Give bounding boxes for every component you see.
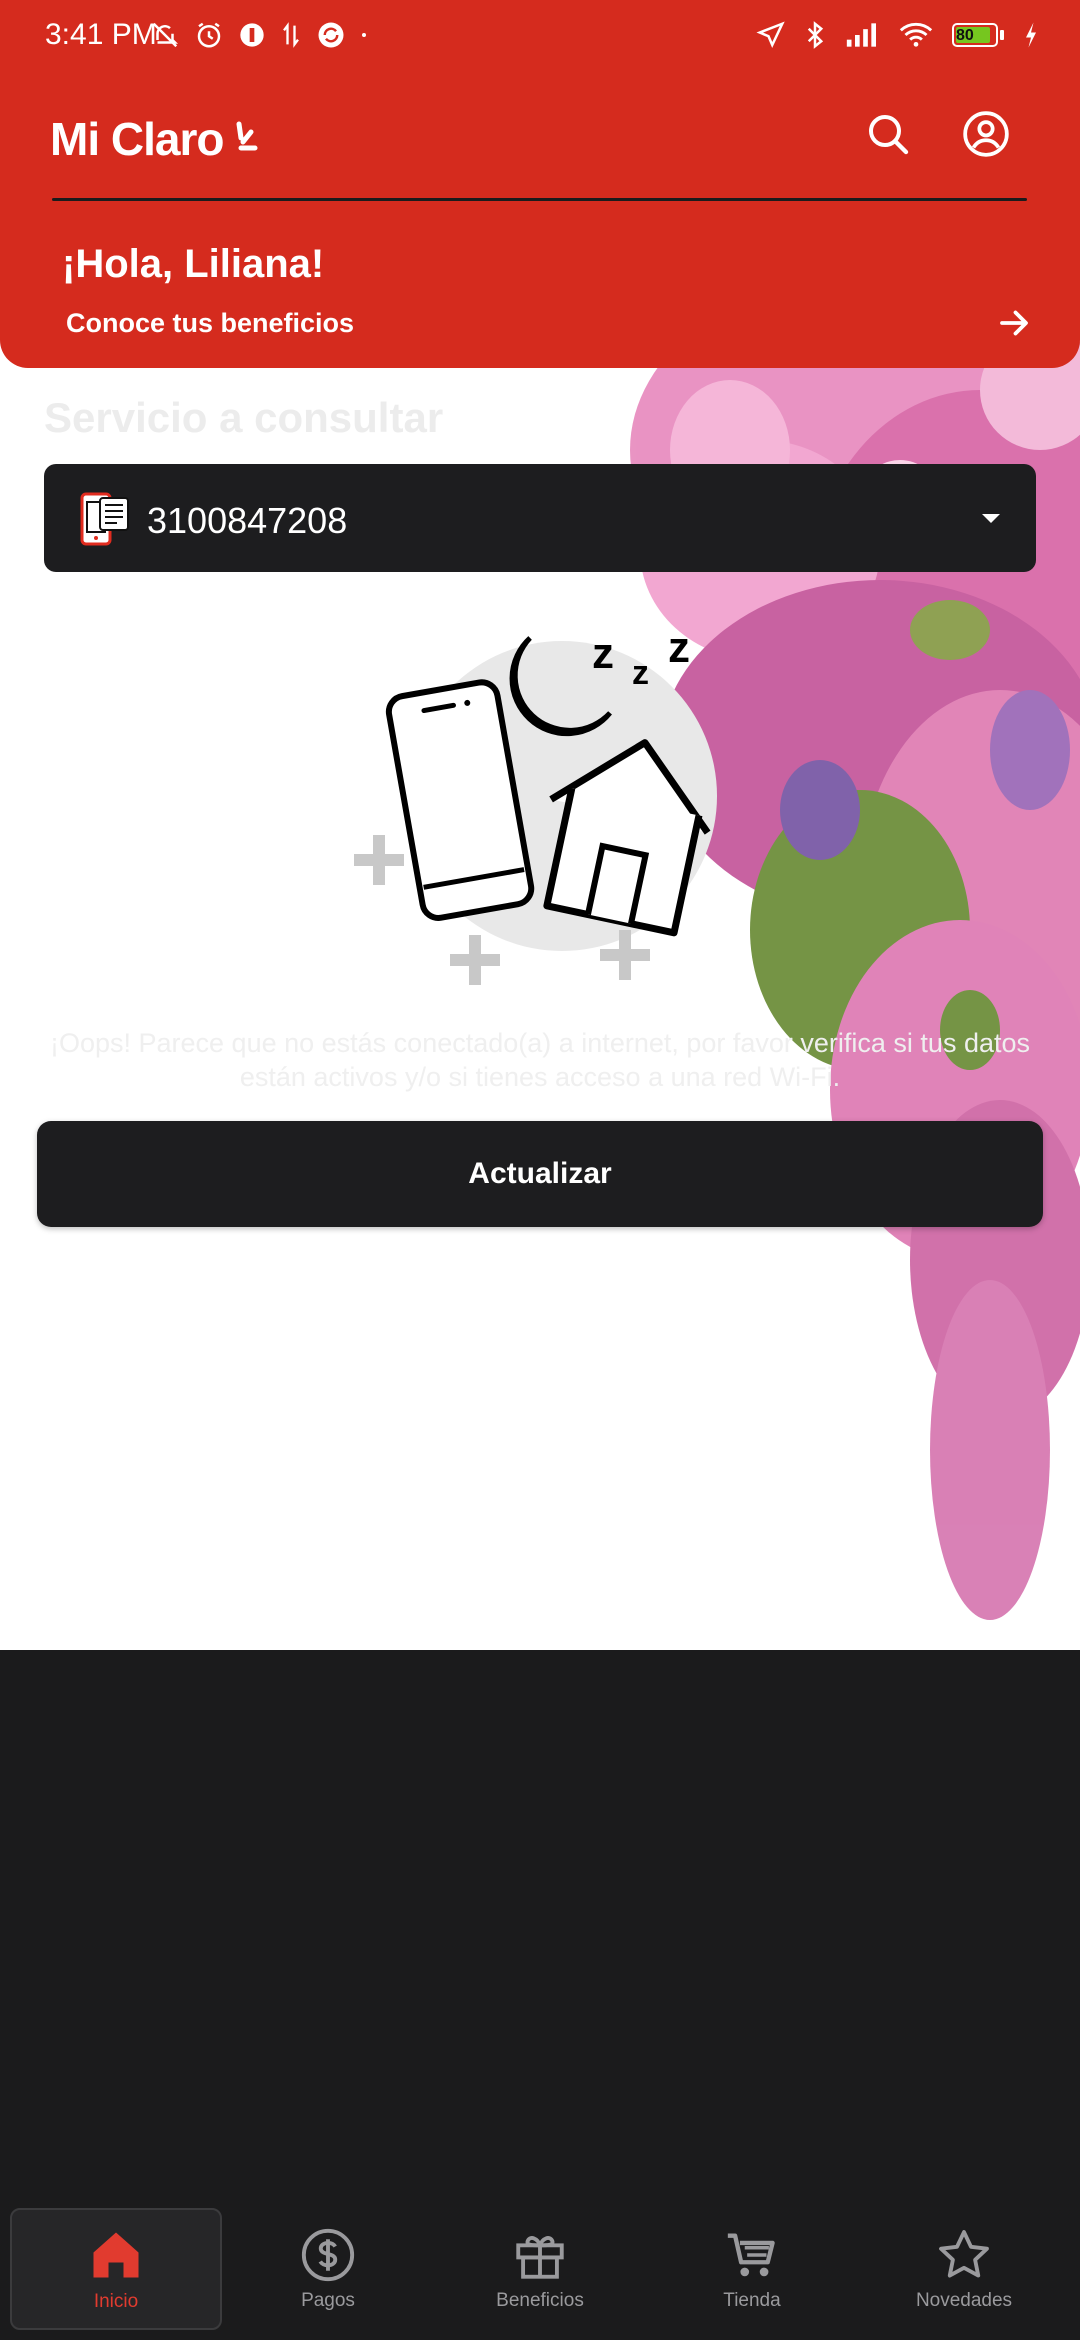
status-right-icons: 80: [756, 20, 1040, 50]
top-bar: Mi Claro: [0, 96, 1080, 196]
nav-item-inicio[interactable]: Inicio: [10, 2208, 222, 2330]
main-content: Servicio a consultar 3100847208 z z z ¡O…: [0, 330, 1080, 1650]
bluetooth-icon: [807, 21, 824, 49]
benefits-link[interactable]: Conoce tus beneficios: [66, 308, 354, 339]
nav-label-pagos: Pagos: [301, 2290, 355, 2311]
mute-icon: [152, 22, 179, 48]
home-icon: [93, 2232, 139, 2278]
battery-level: 80: [956, 27, 974, 44]
arrow-right-icon: [1000, 310, 1028, 336]
sync-icon: [318, 22, 344, 48]
star-icon: [939, 2230, 989, 2278]
alarm-icon: [197, 22, 221, 48]
data-transfer-icon: [283, 22, 299, 48]
dot-icon: [362, 33, 366, 37]
header-divider: [52, 198, 1027, 201]
status-bar: 3:41 PM 80: [0, 0, 1080, 76]
cart-icon: [727, 2233, 775, 2277]
svg-text:z: z: [668, 623, 690, 672]
nav-item-novedades[interactable]: Novedades: [858, 2208, 1070, 2330]
gift-icon: [516, 2236, 564, 2279]
account-icon: [963, 111, 1009, 157]
search-button[interactable]: [860, 106, 916, 162]
mi-claro-logo: Mi Claro: [50, 112, 273, 166]
nav-label-inicio: Inicio: [93, 2291, 139, 2312]
chevron-down-icon: [982, 514, 1000, 523]
nav-label-beneficios: Beneficios: [496, 2290, 584, 2311]
dollar-icon: [301, 2228, 355, 2282]
signal-icon: [846, 23, 876, 47]
svg-text:z: z: [592, 629, 614, 678]
section-title: Servicio a consultar: [44, 394, 444, 441]
nav-label-novedades: Novedades: [915, 2290, 1013, 2311]
service-number: 3100847208: [147, 500, 348, 541]
bottom-navigation: Inicio Pagos Beneficios Tienda Novedades: [0, 2200, 1080, 2340]
battery-icon: 80: [952, 23, 1004, 47]
phone-service-icon: [80, 492, 129, 546]
greeting-title: ¡Hola, Liliana!: [62, 242, 325, 286]
logo-sun-icon: [236, 121, 258, 151]
app-header: 3:41 PM 80 Mi Claro ¡Hola, Liliana! Cono…: [0, 0, 1080, 368]
nav-item-pagos[interactable]: Pagos: [222, 2208, 434, 2330]
service-selector[interactable]: 3100847208: [44, 464, 1036, 572]
status-left-icons: [150, 20, 368, 50]
benefits-arrow-button[interactable]: [996, 305, 1032, 346]
status-time: 3:41 PM: [45, 18, 157, 51]
nav-item-beneficios[interactable]: Beneficios: [434, 2208, 646, 2330]
no-connection-illustration: z z z: [354, 623, 717, 985]
location-icon: [756, 21, 785, 49]
offline-message: ¡Oops! Parece que no estás conectado(a) …: [49, 1028, 1030, 1092]
svg-text:z: z: [632, 654, 649, 692]
refresh-button[interactable]: Actualizar: [37, 1121, 1043, 1227]
search-icon: [869, 115, 909, 155]
charging-icon: [1026, 22, 1036, 48]
wifi-icon: [899, 22, 933, 47]
nav-item-tienda[interactable]: Tienda: [646, 2208, 858, 2330]
app-icon: [240, 23, 264, 47]
logo-text: Mi Claro: [50, 113, 224, 165]
account-button[interactable]: [958, 106, 1014, 162]
nav-label-tienda: Tienda: [723, 2290, 781, 2311]
